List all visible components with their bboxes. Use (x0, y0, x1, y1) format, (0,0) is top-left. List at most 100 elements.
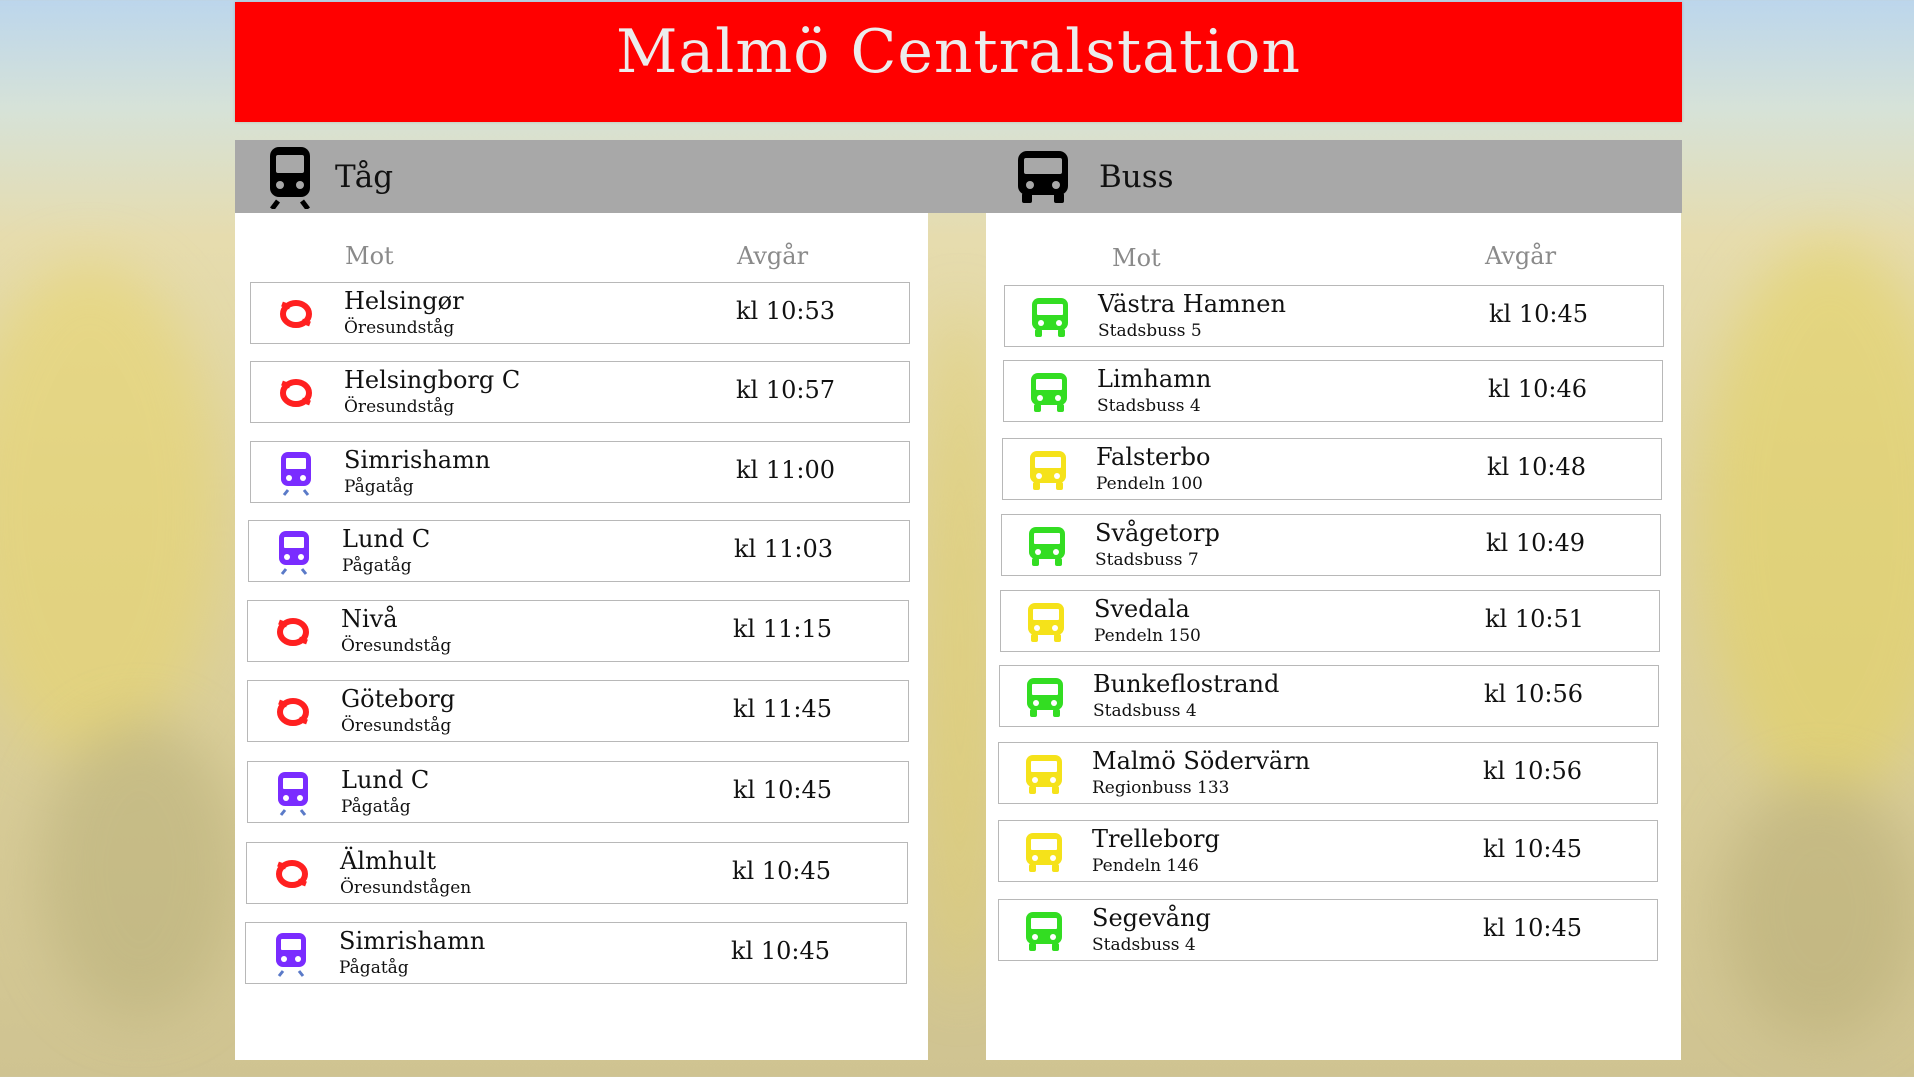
green-bus-icon (1021, 908, 1067, 954)
service-type: Stadsbuss 4 (1093, 701, 1197, 721)
departure-time: kl 11:00 (736, 456, 836, 484)
service-type: Öresundståg (344, 397, 455, 417)
destination: Göteborg (341, 685, 456, 713)
bus-departure-row[interactable]: Falsterbo Pendeln 100 kl 10:48 (1002, 438, 1662, 500)
train-col-departure: Avgår (737, 242, 809, 270)
departure-time: kl 11:45 (733, 695, 833, 723)
bus-departure-row[interactable]: Västra Hamnen Stadsbuss 5 kl 10:45 (1004, 285, 1664, 347)
service-type: Öresundståg (344, 318, 455, 338)
destination: Västra Hamnen (1098, 290, 1286, 318)
train-departure-row[interactable]: Lund C Pågatåg kl 10:45 (247, 761, 909, 823)
destination: Nivå (341, 605, 398, 633)
bus-col-destination: Mot (1112, 244, 1161, 272)
bus-icon (1015, 149, 1071, 205)
green-bus-icon (1024, 523, 1070, 569)
train-departure-row[interactable]: Helsingborg C Öresundståg kl 10:57 (250, 361, 910, 423)
destination: Simrishamn (339, 927, 486, 955)
train-departure-row[interactable]: Nivå Öresundståg kl 11:15 (247, 600, 909, 662)
green-bus-icon (1026, 369, 1072, 415)
destination: Helsingborg C (344, 366, 521, 394)
train-col-destination: Mot (345, 242, 394, 270)
departure-time: kl 10:45 (732, 857, 832, 885)
bus-heading: Buss (1099, 158, 1174, 195)
service-type: Pågatåg (341, 797, 411, 817)
train-departure-row[interactable]: Simrishamn Pågatåg kl 11:00 (250, 441, 910, 503)
bus-departure-row[interactable]: Limhamn Stadsbuss 4 kl 10:46 (1003, 360, 1663, 422)
departure-time: kl 10:45 (733, 776, 833, 804)
yellow-bus-icon (1025, 447, 1071, 493)
pagatag-train-icon (270, 770, 316, 816)
service-type: Regionbuss 133 (1092, 778, 1230, 798)
bus-departure-row[interactable]: Trelleborg Pendeln 146 kl 10:45 (998, 820, 1658, 882)
destination: Svågetorp (1095, 519, 1220, 547)
service-type: Stadsbuss 4 (1092, 935, 1196, 955)
service-type: Stadsbuss 7 (1095, 550, 1199, 570)
bus-departure-row[interactable]: Svågetorp Stadsbuss 7 kl 10:49 (1001, 514, 1661, 576)
oresund-logo-icon (273, 370, 319, 416)
service-type: Öresundstågen (340, 878, 472, 898)
departure-time: kl 10:49 (1486, 529, 1586, 557)
train-departure-row[interactable]: Älmhult Öresundstågen kl 10:45 (246, 842, 908, 904)
service-type: Pågatåg (344, 477, 414, 497)
oresund-logo-icon (270, 609, 316, 655)
departure-time: kl 10:45 (1483, 835, 1583, 863)
bus-departure-row[interactable]: Malmö Södervärn Regionbuss 133 kl 10:56 (998, 742, 1658, 804)
oresund-logo-icon (270, 689, 316, 735)
destination: Lund C (342, 525, 431, 553)
green-bus-icon (1022, 674, 1068, 720)
pagatag-train-icon (268, 931, 314, 977)
train-departure-row[interactable]: Simrishamn Pågatåg kl 10:45 (245, 922, 907, 984)
service-type: Pågatåg (339, 958, 409, 978)
train-departure-row[interactable]: Göteborg Öresundståg kl 11:45 (247, 680, 909, 742)
yellow-bus-icon (1021, 751, 1067, 797)
service-type: Öresundståg (341, 716, 452, 736)
departure-time: kl 10:45 (1483, 914, 1583, 942)
destination: Malmö Södervärn (1092, 747, 1311, 775)
service-type: Öresundståg (341, 636, 452, 656)
train-departure-row[interactable]: Lund C Pågatåg kl 11:03 (248, 520, 910, 582)
bus-departure-row[interactable]: Segevång Stadsbuss 4 kl 10:45 (998, 899, 1658, 961)
departure-time: kl 10:56 (1483, 757, 1583, 785)
service-type: Stadsbuss 5 (1098, 321, 1202, 341)
departure-time: kl 10:53 (736, 297, 836, 325)
service-type: Pågatåg (342, 556, 412, 576)
yellow-bus-icon (1023, 599, 1069, 645)
departure-time: kl 10:45 (731, 937, 831, 965)
destination: Segevång (1092, 904, 1211, 932)
service-type: Pendeln 146 (1092, 856, 1199, 876)
bus-departure-row[interactable]: Svedala Pendeln 150 kl 10:51 (1000, 590, 1660, 652)
train-departure-row[interactable]: Helsingør Öresundståg kl 10:53 (250, 282, 910, 344)
pagatag-train-icon (271, 529, 317, 575)
destination: Helsingør (344, 287, 464, 315)
destination: Limhamn (1097, 365, 1212, 393)
train-heading: Tåg (335, 158, 394, 195)
service-type: Pendeln 150 (1094, 626, 1201, 646)
destination: Bunkeflostrand (1093, 670, 1280, 698)
train-icon (265, 144, 315, 210)
destination: Simrishamn (344, 446, 491, 474)
yellow-bus-icon (1021, 829, 1067, 875)
destination: Trelleborg (1092, 825, 1220, 853)
departure-time: kl 10:51 (1485, 605, 1585, 633)
destination: Lund C (341, 766, 430, 794)
page-header: Malmö Centralstation (235, 2, 1682, 122)
departure-time: kl 10:56 (1484, 680, 1584, 708)
pagatag-train-icon (273, 450, 319, 496)
destination: Älmhult (340, 847, 436, 875)
destination: Falsterbo (1096, 443, 1211, 471)
bus-departure-row[interactable]: Bunkeflostrand Stadsbuss 4 kl 10:56 (999, 665, 1659, 727)
bus-panel-header: Buss (1015, 140, 1174, 213)
bus-col-departure: Avgår (1485, 242, 1557, 270)
departure-time: kl 11:03 (734, 535, 834, 563)
service-type: Stadsbuss 4 (1097, 396, 1201, 416)
service-type: Pendeln 100 (1096, 474, 1203, 494)
page-title: Malmö Centralstation (615, 17, 1302, 87)
train-panel-header: Tåg (235, 140, 1682, 213)
oresund-logo-icon (269, 851, 315, 897)
destination: Svedala (1094, 595, 1190, 623)
departure-time: kl 10:46 (1488, 375, 1588, 403)
oresund-logo-icon (273, 291, 319, 337)
departure-time: kl 10:57 (736, 376, 836, 404)
green-bus-icon (1027, 294, 1073, 340)
departure-time: kl 11:15 (733, 615, 833, 643)
